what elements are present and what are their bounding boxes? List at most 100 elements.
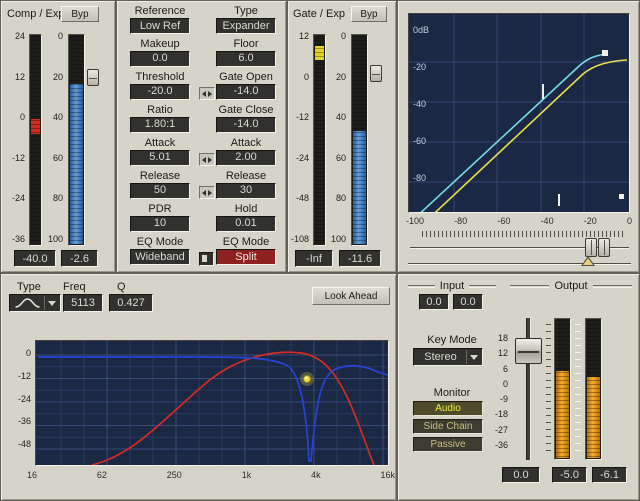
scale-label: 20 [336, 73, 346, 82]
eq-freq-value[interactable]: 5113 [63, 294, 103, 312]
comp-bypass-button[interactable]: Byp [61, 6, 99, 22]
marker-slider-track[interactable] [408, 263, 631, 265]
type-expander-button[interactable]: Expander [216, 18, 276, 34]
attack-spinner[interactable] [199, 153, 215, 166]
scale-label: 60 [336, 154, 346, 163]
comp-exp-title: Comp / Exp [7, 8, 64, 20]
scale-label: -9 [500, 395, 508, 404]
control-gate-attack: Attack 2.00 [208, 137, 284, 170]
attack-value[interactable]: 5.01 [130, 150, 190, 166]
chevron-down-icon [470, 355, 478, 360]
axis-label: -40 [413, 99, 429, 109]
scale-label: -24 [12, 194, 25, 203]
axis-label: 16 [27, 470, 37, 480]
gate-attack-value[interactable]: 2.00 [216, 150, 276, 166]
control-eq-mode-comp: EQ Mode Wideband [121, 236, 199, 269]
range-slider-handle-left[interactable] [585, 238, 597, 257]
range-slider-handle-right[interactable] [598, 238, 610, 257]
control-label: EQ Mode [121, 236, 199, 249]
gate-gain-reduction-meter [351, 34, 368, 246]
threshold-value[interactable]: -20.0 [130, 84, 190, 100]
eq-type-label: Type [17, 281, 41, 293]
gate-input-scale: 120-12-24-48-108 [290, 32, 309, 244]
scale-label: 100 [331, 235, 346, 244]
gate-exp-section: Gate / Exp Byp 120-12-24-48-108 02040608… [287, 0, 397, 273]
control-label: Makeup [121, 38, 199, 51]
spinner-right-icon [208, 91, 212, 97]
axis-label: -24 [18, 395, 31, 404]
release-value[interactable]: 50 [130, 183, 190, 199]
dropdown-divider [44, 296, 45, 310]
eq-q-value[interactable]: 0.427 [109, 294, 153, 312]
control-label: Gate Close [208, 104, 284, 117]
control-label: Ratio [121, 104, 199, 117]
output-fader-thumb[interactable] [515, 338, 542, 364]
key-mode-value: Stereo [418, 351, 463, 363]
hold-value[interactable]: 0.01 [216, 216, 276, 232]
eq-y-axis: 0-12-24-36-48 [5, 349, 31, 449]
scale-label: 0 [341, 32, 346, 41]
wideband-button[interactable]: Wideband [130, 249, 190, 265]
control-pdr: PDR 10 [121, 203, 199, 236]
pdr-value[interactable]: 10 [130, 216, 190, 232]
comp-threshold-readout[interactable]: -40.0 [14, 250, 56, 267]
transfer-y-axis: 0dB-20-40-60-80 [413, 25, 429, 183]
axis-label: 1k [242, 470, 252, 480]
output-fader-readout[interactable]: 0.0 [502, 467, 540, 483]
gate-bypass-button[interactable]: Byp [351, 6, 387, 22]
input-gain-right-value[interactable]: 0.0 [453, 294, 483, 310]
io-section: Input 0.0 0.0 Key Mode Stereo Monitor Au… [397, 273, 640, 501]
divider [593, 285, 632, 288]
gate-level-meter[interactable] [313, 34, 326, 246]
monitor-button[interactable]: Audio [413, 401, 483, 416]
gate-open-value[interactable]: -14.0 [216, 84, 276, 100]
marker-triangle-icon[interactable] [583, 258, 593, 265]
comp-threshold-fader[interactable] [29, 34, 42, 246]
eq-type-dropdown[interactable] [9, 294, 61, 312]
control-hold: Hold 0.01 [208, 203, 284, 236]
eq-q-label: Q [117, 281, 126, 293]
scale-label: 60 [53, 154, 63, 163]
floor-value[interactable]: 6.0 [216, 51, 276, 67]
eq-node-marker[interactable] [304, 376, 311, 383]
gate-release-value[interactable]: 30 [216, 183, 276, 199]
monitor-button[interactable]: Passive [413, 437, 483, 452]
transfer-curve-section: 0dB-20-40-60-80 -100-80-60-40-200 [397, 0, 640, 273]
input-gain-left-value[interactable]: 0.0 [419, 294, 449, 310]
gate-meter-handle[interactable] [370, 65, 382, 82]
scale-label: 0 [58, 32, 63, 41]
split-button[interactable]: Split [216, 249, 276, 265]
output-meter-ticks-center [575, 324, 581, 456]
control-label: Type [208, 5, 284, 18]
eq-mode-toggle[interactable] [199, 252, 214, 266]
reference-button[interactable]: Low Ref [130, 18, 190, 34]
gate-close-value[interactable]: -14.0 [216, 117, 276, 133]
release-spinner[interactable] [199, 186, 215, 199]
gate-gr-readout: -11.6 [339, 250, 381, 267]
makeup-value[interactable]: 0.0 [130, 51, 190, 67]
gate-gr-scale: 020406080100 [330, 32, 346, 244]
control-makeup: Makeup 0.0 [121, 38, 199, 71]
key-mode-dropdown[interactable]: Stereo [413, 348, 483, 366]
control-reference: Reference Low Ref [121, 5, 199, 38]
axis-label: -12 [18, 372, 31, 381]
control-label: Attack [208, 137, 284, 150]
curve-endpoint-marker[interactable] [602, 50, 608, 56]
comp-meter-handle[interactable] [87, 69, 99, 86]
monitor-label: Monitor [408, 387, 496, 399]
threshold-spinner[interactable] [199, 87, 215, 100]
monitor-button-group: Audio Side Chain Passive [413, 401, 483, 455]
control-label: Release [121, 170, 199, 183]
look-ahead-button[interactable]: Look Ahead [312, 287, 390, 305]
monitor-button[interactable]: Side Chain [413, 419, 483, 434]
control-label: PDR [121, 203, 199, 216]
comp-gain-reduction-meter [68, 34, 85, 246]
gate-transfer-curve [415, 54, 605, 212]
scale-label: -12 [296, 113, 309, 122]
control-label: Attack [121, 137, 199, 150]
spinner-left-icon [202, 157, 206, 163]
scale-label: -36 [495, 441, 508, 450]
gate-controls-column: Type Expander Floor 6.0 Gate Open -14.0 … [208, 5, 284, 269]
eq-band-red-curve [92, 352, 374, 465]
ratio-value[interactable]: 1.80:1 [130, 117, 190, 133]
